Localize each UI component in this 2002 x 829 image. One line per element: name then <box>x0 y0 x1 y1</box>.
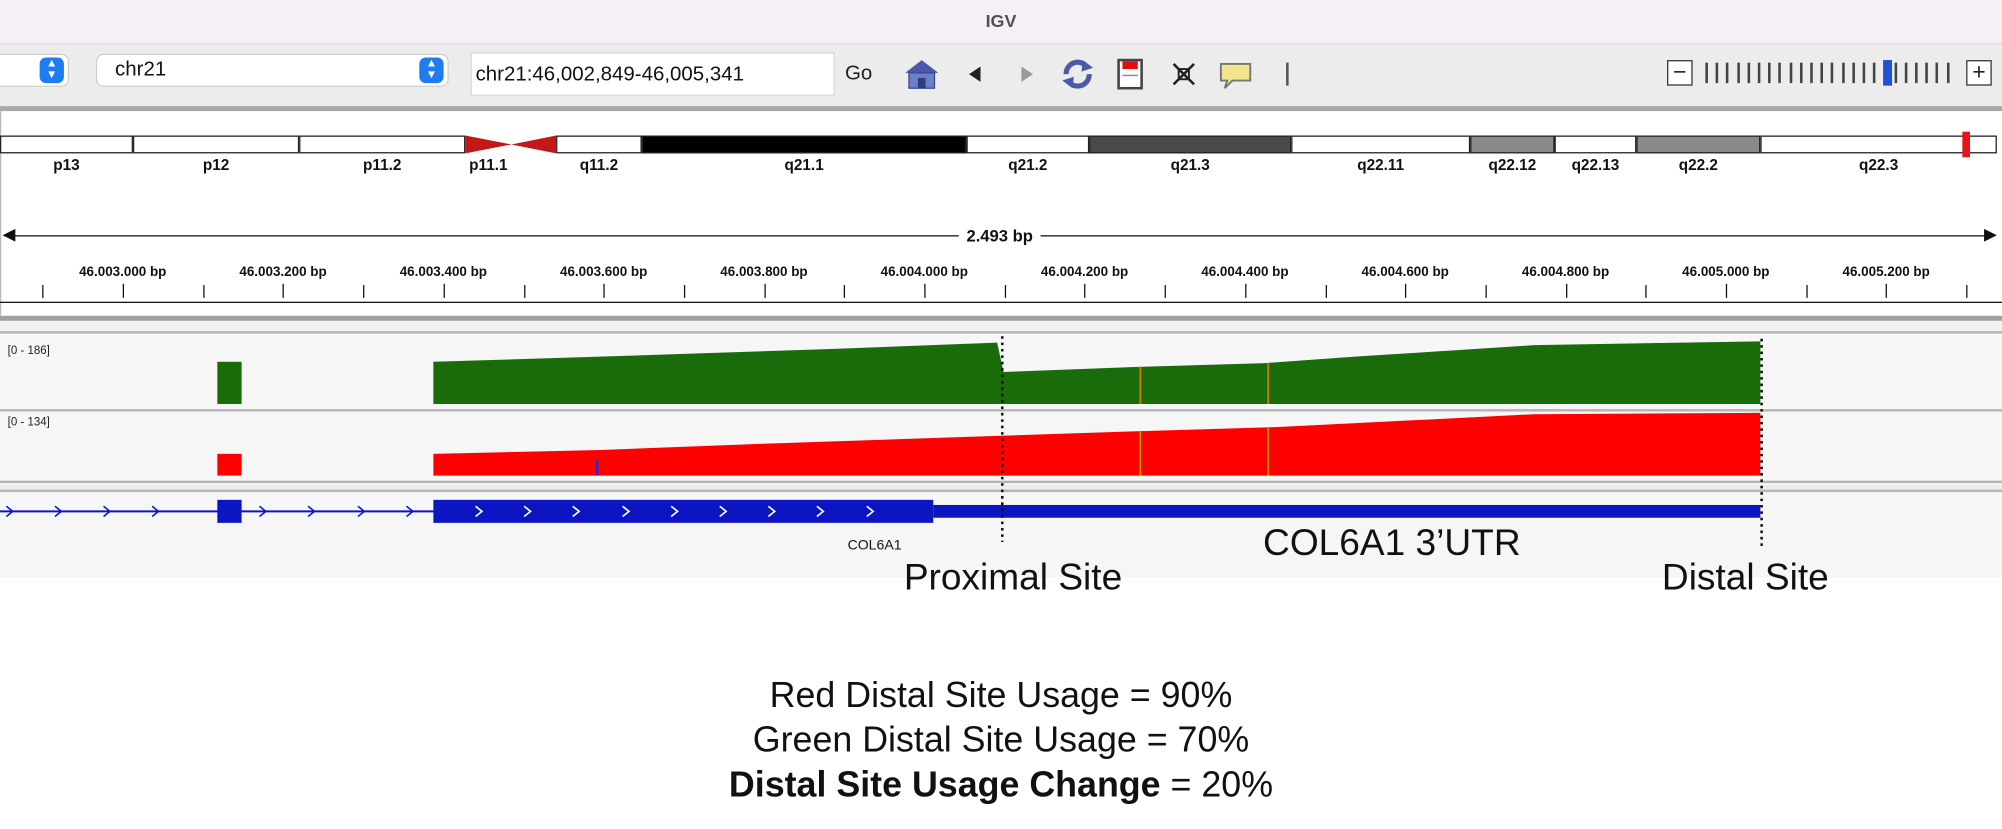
gene-last-exon-cds <box>433 499 934 523</box>
red-usage-text: Red Distal Site Usage = 90% <box>769 674 1233 715</box>
tracks-canvas <box>0 336 1763 550</box>
utr-label: COL6A1 3’UTR <box>1263 522 1521 564</box>
proximal-site-label: Proximal Site <box>903 557 1123 599</box>
usage-change-label: Distal Site Usage Change <box>728 764 1161 805</box>
usage-change-value: = 20% <box>1160 764 1274 805</box>
distal-site-label: Distal Site <box>1661 557 1829 599</box>
usage-change-text: Distal Site Usage Change = 20% <box>0 762 2002 807</box>
green-coverage-area <box>433 341 1761 404</box>
gene-3utr <box>933 504 1761 518</box>
green-usage-text: Green Distal Site Usage = 70% <box>752 719 1250 760</box>
gene-exon <box>217 499 242 523</box>
red-coverage-area <box>433 412 1761 476</box>
gene-name-label: COL6A1 <box>847 538 902 554</box>
green-coverage-exon1 <box>217 361 242 404</box>
red-coverage-exon1 <box>217 453 242 476</box>
